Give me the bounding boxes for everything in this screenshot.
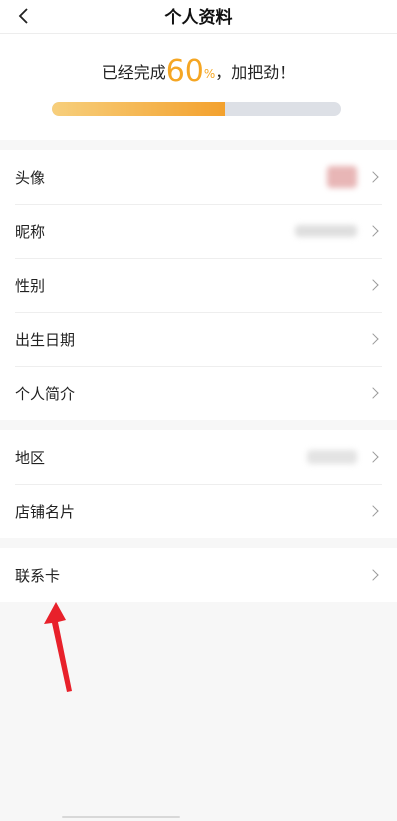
- top-bar: 个人资料: [0, 0, 397, 34]
- row-label: 地区: [15, 448, 46, 467]
- chevron-right-icon: [367, 279, 379, 291]
- page-title: 个人资料: [164, 8, 233, 28]
- row-avatar[interactable]: 头像: [0, 150, 397, 204]
- row-bio[interactable]: 个人简介: [0, 366, 397, 420]
- completion-prefix: 已经完成: [101, 63, 166, 82]
- region-value-redacted: [307, 450, 357, 464]
- row-label: 出生日期: [15, 330, 76, 349]
- completion-card: 已经完成60%，加把劲！: [0, 34, 397, 150]
- row-label: 个人简介: [15, 384, 76, 403]
- chevron-right-icon: [367, 225, 379, 237]
- nickname-value-redacted: [295, 225, 357, 237]
- completion-suffix: ，加把劲！: [215, 63, 296, 82]
- row-label: 店铺名片: [15, 502, 76, 521]
- profile-location-group: 地区 店铺名片: [0, 430, 397, 538]
- chevron-right-icon: [367, 505, 379, 517]
- chevron-right-icon: [367, 387, 379, 399]
- completion-value: 60: [165, 54, 204, 89]
- row-gender[interactable]: 性别: [0, 258, 397, 312]
- row-label: 性别: [15, 276, 46, 295]
- row-nickname[interactable]: 昵称: [0, 204, 397, 258]
- profile-contact-group: 联系卡: [0, 548, 397, 602]
- chevron-right-icon: [367, 333, 379, 345]
- chevron-right-icon: [367, 171, 379, 183]
- row-birthday[interactable]: 出生日期: [0, 312, 397, 366]
- completion-progress-fill: [52, 102, 226, 116]
- completion-text: 已经完成60%，加把劲！: [0, 54, 397, 89]
- chevron-right-icon: [367, 451, 379, 463]
- row-label: 头像: [15, 168, 46, 187]
- profile-basic-group: 头像 昵称 性别 出生日期 个人简介: [0, 150, 397, 420]
- row-label: 昵称: [15, 222, 46, 241]
- annotation-arrow-icon: [44, 602, 72, 692]
- avatar: [327, 166, 357, 188]
- row-region[interactable]: 地区: [0, 430, 397, 484]
- row-label: 联系卡: [15, 566, 61, 585]
- completion-progress-bar: [52, 102, 341, 116]
- home-indicator: [62, 816, 180, 818]
- chevron-right-icon: [367, 569, 379, 581]
- row-contact-card[interactable]: 联系卡: [0, 548, 397, 602]
- row-store-card[interactable]: 店铺名片: [0, 484, 397, 538]
- completion-percent-sign: %: [203, 67, 216, 81]
